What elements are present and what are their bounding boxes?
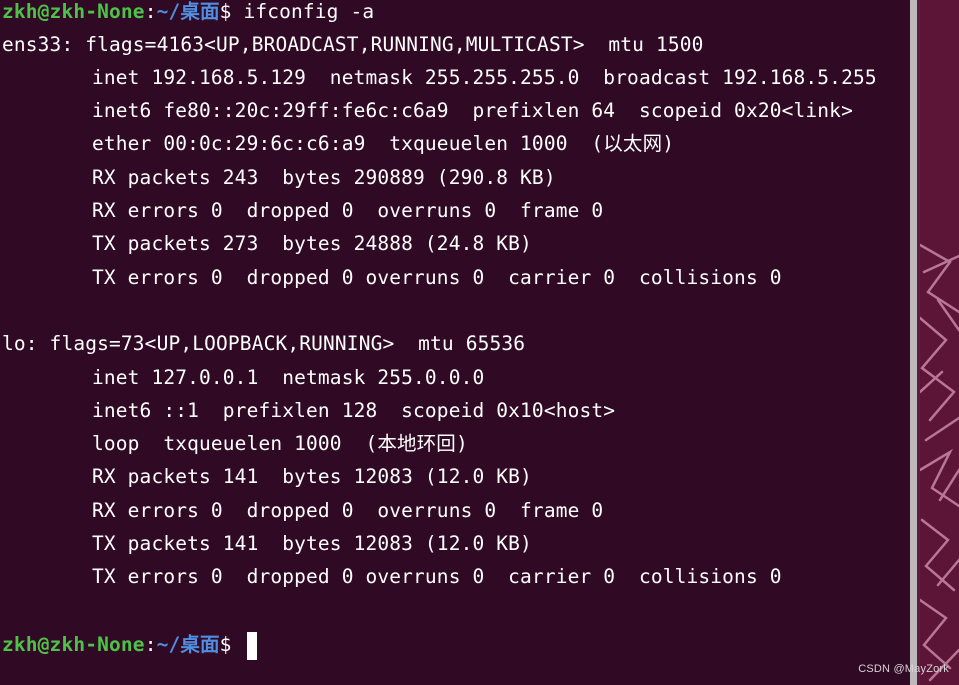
ens33-line-inet6: inet6 fe80::20c:29ff:fe6c:c6a9 prefixlen…: [92, 99, 853, 122]
ens33-line-ether: ether 00:0c:29:6c:c6:a9 txqueuelen 1000 …: [92, 132, 675, 155]
wallpaper-pattern-icon: [920, 243, 959, 682]
ens33-line-inet: inet 192.168.5.129 netmask 255.255.255.0…: [92, 66, 877, 89]
prompt-dollar: $: [219, 633, 244, 656]
lo-line-inet: inet 127.0.0.1 netmask 255.0.0.0: [92, 366, 485, 389]
prompt-separator: :: [144, 633, 157, 656]
scrollbar[interactable]: [910, 0, 917, 685]
ens33-header: ens33: flags=4163<UP,BROADCAST,RUNNING,M…: [2, 33, 704, 56]
text-cursor: [247, 631, 258, 660]
lo-header: lo: flags=73<UP,LOOPBACK,RUNNING> mtu 65…: [2, 332, 526, 355]
desktop-wallpaper: [920, 0, 959, 685]
prompt-path: ~/桌面: [156, 0, 220, 23]
command-text: ifconfig -a: [243, 0, 375, 23]
prompt-user-host: zkh@zkh-None: [2, 633, 145, 656]
lo-line-loop: loop txqueuelen 1000 (本地环回): [92, 432, 468, 455]
ens33-line-tx-errors: TX errors 0 dropped 0 overruns 0 carrier…: [92, 266, 782, 289]
lo-line-inet6: inet6 ::1 prefixlen 128 scopeid 0x10<hos…: [92, 399, 616, 422]
lo-line-tx-packets: TX packets 141 bytes 12083 (12.0 KB): [92, 532, 532, 555]
command-line: zkh@zkh-None:~/桌面$ ifconfig -a: [2, 0, 374, 28]
watermark: CSDN @MayZork: [858, 663, 949, 675]
ens33-line-rx-errors: RX errors 0 dropped 0 overruns 0 frame 0: [92, 199, 604, 222]
ens33-line-rx-packets: RX packets 243 bytes 290889 (290.8 KB): [92, 166, 556, 189]
terminal-window[interactable]: zkh@zkh-None:~/桌面$ ifconfig -a ens33: fl…: [0, 0, 910, 685]
lo-line-tx-errors: TX errors 0 dropped 0 overruns 0 carrier…: [92, 565, 782, 588]
prompt-user-host: zkh@zkh-None: [2, 0, 145, 23]
prompt-dollar: $: [219, 0, 244, 23]
prompt-separator: :: [144, 0, 157, 23]
ens33-line-tx-packets: TX packets 273 bytes 24888 (24.8 KB): [92, 232, 532, 255]
prompt-path: ~/桌面: [156, 633, 220, 656]
lo-line-rx-packets: RX packets 141 bytes 12083 (12.0 KB): [92, 465, 532, 488]
lo-line-rx-errors: RX errors 0 dropped 0 overruns 0 frame 0: [92, 499, 604, 522]
prompt-line[interactable]: zkh@zkh-None:~/桌面$: [2, 628, 258, 661]
